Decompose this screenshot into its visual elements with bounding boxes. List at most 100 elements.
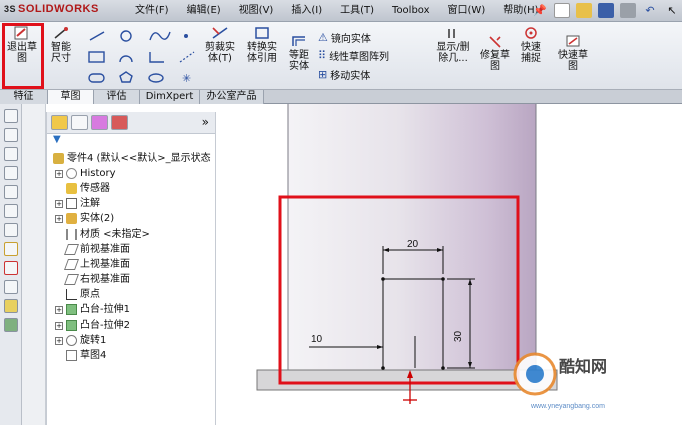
save-icon[interactable]	[598, 3, 614, 18]
extrude-icon	[66, 304, 77, 315]
quick-snaps-button[interactable]: 快速捕捉	[518, 26, 544, 64]
cylinder-body	[287, 104, 537, 371]
tree-item-top-plane[interactable]: 上视基准面	[63, 258, 130, 271]
tree-tab-bar: »	[47, 112, 215, 134]
tree-item-boss-extrude2[interactable]: + 凸台-拉伸2	[55, 319, 130, 332]
convert-entities-icon	[255, 27, 269, 39]
view-section-icon[interactable]	[3, 223, 18, 237]
menu-toolbox[interactable]: Toolbox	[383, 4, 439, 18]
view-right-icon[interactable]	[3, 166, 18, 180]
material-icon	[66, 229, 77, 240]
menu-insert[interactable]: 插入(I)	[282, 4, 331, 18]
display-manager-tab-icon[interactable]	[111, 115, 128, 130]
menu-bar: 文件(F) 编辑(E) 视图(V) 插入(I) 工具(T) Toolbox 窗口…	[126, 4, 548, 18]
relations-tool-icon[interactable]	[3, 280, 18, 294]
command-manager-ribbon: 退出草图 智能尺寸 ✳ 剪裁实体(T) 转换实体引用 等距实体 ⚠ 镜向实体 ⠿	[0, 22, 682, 90]
tree-item-solid-bodies[interactable]: + 实体(2)	[55, 212, 114, 225]
pin-icon[interactable]: 📌	[532, 3, 548, 18]
tab-features[interactable]: 特征	[0, 90, 48, 104]
menu-edit[interactable]: 编辑(E)	[178, 4, 230, 18]
svg-text:30: 30	[453, 330, 464, 342]
view-back-icon[interactable]	[3, 204, 18, 218]
rapid-sketch-icon	[566, 35, 580, 47]
line-tool-icon	[89, 31, 105, 41]
expand-icon[interactable]: +	[55, 305, 63, 314]
title-bar: 3S SOLIDWORKS 文件(F) 编辑(E) 视图(V) 插入(I) 工具(…	[0, 0, 682, 22]
polygon-tool-icon	[119, 71, 133, 83]
rapid-sketch-button[interactable]: 快速草图	[556, 34, 590, 72]
new-document-icon[interactable]	[554, 3, 570, 18]
expand-icon[interactable]: +	[55, 199, 63, 208]
tree-item-material[interactable]: 材质 <未指定>	[66, 228, 150, 241]
repair-sketch-button[interactable]: 修复草图	[478, 34, 512, 72]
tree-filter-icon[interactable]: ▼	[47, 134, 215, 148]
sensors-icon	[66, 183, 77, 194]
tree-item-right-plane[interactable]: 右视基准面	[63, 273, 130, 286]
undo-icon[interactable]: ↶	[642, 3, 658, 18]
dimension-tool-icon[interactable]	[3, 261, 18, 275]
sketch-icon	[66, 350, 77, 361]
tree-root[interactable]: 零件4 (默认<<默认>_显示状态	[53, 152, 211, 165]
history-icon	[66, 168, 77, 179]
expand-icon[interactable]: +	[55, 169, 63, 178]
plane-icon	[63, 259, 80, 270]
plane-icon	[63, 244, 80, 255]
menu-view[interactable]: 视图(V)	[230, 4, 283, 18]
select-arrow-icon[interactable]: ↖	[664, 3, 680, 18]
menu-window[interactable]: 窗口(W)	[439, 4, 495, 18]
linear-pattern-icon: ⠿	[318, 49, 327, 62]
property-manager-tab-icon[interactable]	[71, 115, 88, 130]
smart-dimension-button[interactable]: 智能尺寸	[46, 26, 76, 64]
tree-item-history[interactable]: + History	[55, 167, 116, 180]
print-icon[interactable]	[620, 3, 636, 18]
display-delete-relations-button[interactable]: 显示/删除几...	[432, 26, 474, 64]
left-toolbar	[0, 104, 22, 425]
tree-item-sensors[interactable]: 传感器	[66, 182, 110, 195]
tree-item-annotations[interactable]: + 注解	[55, 197, 100, 210]
open-folder-icon[interactable]	[576, 3, 592, 18]
smart-dimension-icon	[54, 27, 68, 39]
expand-icon[interactable]: +	[55, 336, 63, 345]
solid-bodies-icon	[66, 213, 77, 224]
expand-icon[interactable]: +	[55, 214, 63, 223]
tree-item-revolve1[interactable]: + 旋转1	[55, 334, 106, 347]
expand-icon[interactable]: +	[55, 321, 63, 330]
part-icon	[53, 153, 64, 164]
assembly-tool-icon[interactable]	[3, 318, 18, 332]
tree-item-front-plane[interactable]: 前视基准面	[63, 243, 130, 256]
move-entities-button[interactable]: ⊞ 移动实体	[318, 67, 370, 82]
view-cube-icon[interactable]	[3, 109, 18, 123]
offset-entities-button[interactable]: 等距实体	[284, 34, 314, 72]
sketch-entities-grid: ✳	[88, 30, 195, 85]
feature-manager-tab-icon[interactable]	[51, 115, 68, 130]
tab-dimxpert[interactable]: DimXpert	[140, 90, 200, 104]
repair-sketch-icon	[489, 36, 501, 48]
extrude-icon	[66, 320, 77, 331]
view-iso-icon[interactable]	[3, 185, 18, 199]
graphics-area[interactable]: 20 30 10 酷知网 www.yneyangbang.com	[217, 104, 682, 425]
tree-item-boss-extrude1[interactable]: + 凸台-拉伸1	[55, 303, 130, 316]
tree-item-origin[interactable]: 原点	[66, 288, 100, 301]
configuration-manager-tab-icon[interactable]	[91, 115, 108, 130]
sketch-tool-icon[interactable]	[3, 242, 18, 256]
collapse-panel-button[interactable]: »	[202, 115, 209, 129]
tree-item-sketch4[interactable]: 草图4	[66, 349, 106, 362]
annotations-icon	[66, 198, 77, 209]
convert-entities-button[interactable]: 转换实体引用	[242, 26, 282, 64]
trim-icon	[212, 27, 228, 39]
tab-sketch[interactable]: 草图	[48, 90, 94, 104]
slot-tool-icon	[88, 73, 105, 83]
menu-file[interactable]: 文件(F)	[126, 4, 178, 18]
view-front-icon[interactable]	[3, 128, 18, 142]
feature-tool-icon[interactable]	[3, 299, 18, 313]
tab-office-products[interactable]: 办公室产品	[200, 90, 264, 104]
centerline-icon	[179, 51, 195, 63]
linear-sketch-pattern-button[interactable]: ⠿ 线性草图阵列	[318, 48, 389, 63]
trim-entities-button[interactable]: 剪裁实体(T)	[202, 26, 238, 64]
svg-text:20: 20	[407, 239, 419, 250]
view-top-icon[interactable]	[3, 147, 18, 161]
menu-tools[interactable]: 工具(T)	[331, 4, 383, 18]
tab-evaluate[interactable]: 评估	[94, 90, 140, 104]
mirror-entities-button[interactable]: ⚠ 镜向实体	[318, 30, 371, 45]
base-plate	[256, 369, 558, 391]
